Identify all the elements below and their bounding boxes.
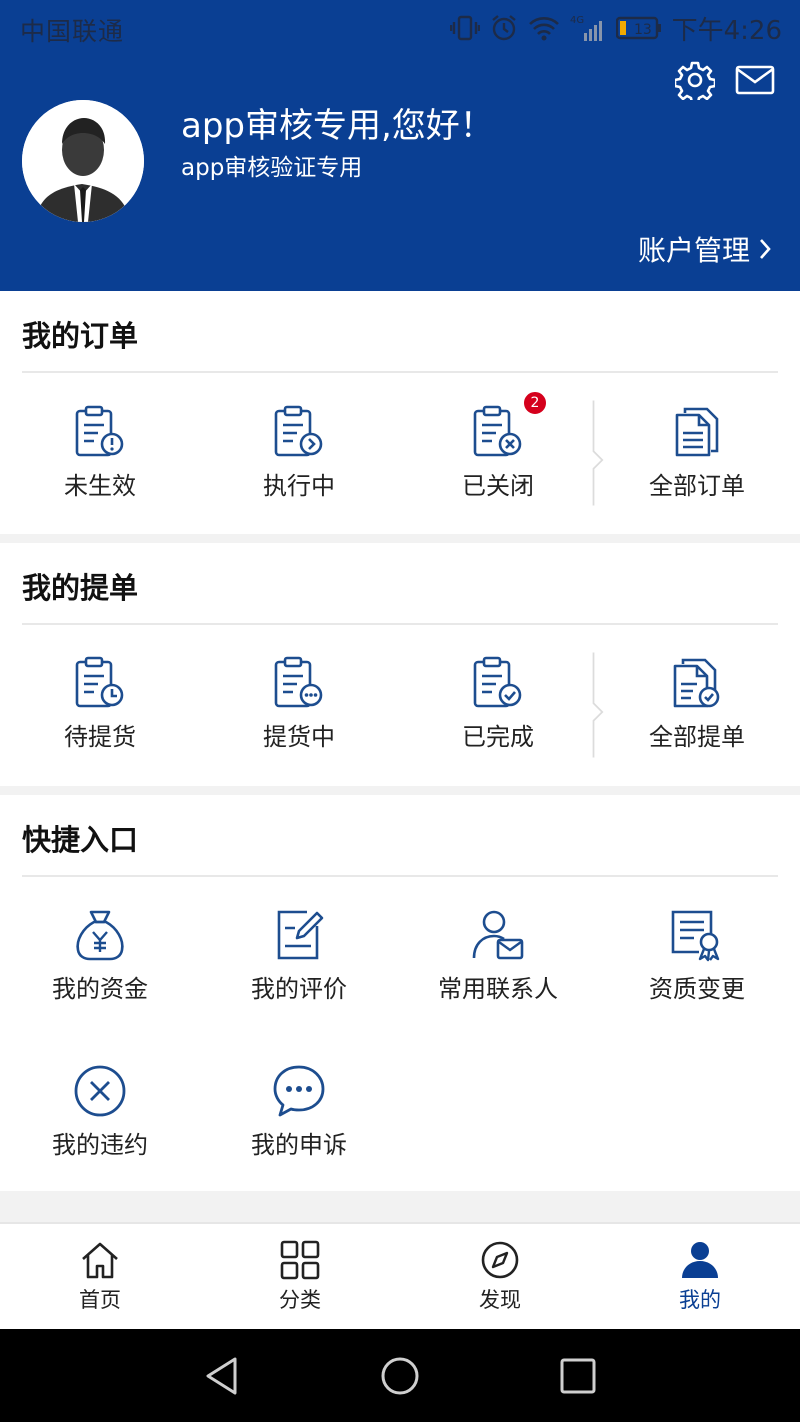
shortcuts-section: 快捷入口 我的资金 我的评价 常用联系人 资质变更 我的违约 我的申诉 [0,795,800,1191]
home-icon [82,1242,118,1278]
account-management-label: 账户管理 [637,234,750,267]
order-status-closed[interactable]: 2 已关闭 [398,390,598,501]
greeting: app审核专用,您好！ [181,106,494,146]
clock: 下午4:26 [671,15,782,46]
status-bar: 中国联通 4G 13 下午4:26 [0,0,800,56]
bills-title: 我的提单 [22,571,139,605]
vibrate-icon [449,15,480,41]
svg-text:13: 13 [634,22,652,38]
bottom-tab-bar: 首页 分类 发现 我的 [0,1222,800,1329]
clipboard-alert-icon [75,405,124,457]
recents-button[interactable] [553,1351,603,1401]
orders-title: 我的订单 [22,319,139,353]
shortcut-my-reviews[interactable]: 我的评价 [199,907,399,1004]
shortcut-label: 我的资金 [52,975,148,1003]
shortcut-qualification-change[interactable]: 资质变更 [597,907,797,1004]
mail-icon [735,65,775,95]
order-status-label: 已关闭 [462,472,534,500]
bill-status-picking-up[interactable]: 提货中 [199,655,399,752]
account-management-link[interactable]: 账户管理 [638,229,772,269]
tab-label: 我的 [679,1287,721,1312]
money-bag-icon [76,910,124,961]
tab-label: 发现 [479,1287,521,1312]
divider [22,371,778,373]
bill-status-awaiting-pickup[interactable]: 待提货 [0,655,200,752]
user-icon [682,1241,718,1278]
wifi-icon [528,17,559,41]
bill-status-completed[interactable]: 已完成 [398,655,598,752]
alarm-icon [491,15,516,41]
divider [22,623,778,625]
carrier-name: 中国联通 [20,17,125,46]
shortcut-my-defaults[interactable]: 我的违约 [0,1063,200,1160]
all-orders-button[interactable]: 全部订单 [597,404,797,501]
signal-icon: 4G [570,15,602,41]
shortcut-frequent-contacts[interactable]: 常用联系人 [398,907,598,1004]
shortcut-label: 我的申诉 [251,1131,347,1159]
bill-status-label: 待提货 [64,723,136,751]
profile-header: 中国联通 4G 13 下午4:26 app审核专用,您好！ app审核验证专用 … [0,0,800,291]
tab-label: 分类 [279,1287,321,1312]
shortcut-my-funds[interactable]: 我的资金 [0,907,200,1004]
documents-icon [675,407,719,457]
notification-badge: 2 [522,390,548,416]
all-bills-button[interactable]: 全部提单 [597,655,797,752]
home-nav-button[interactable] [375,1351,425,1401]
shortcut-label: 我的违约 [52,1131,148,1159]
clipboard-close-icon [473,405,522,457]
system-navigation-bar [0,1329,800,1422]
tab-discover[interactable]: 发现 [400,1224,600,1329]
back-triangle-icon [206,1357,237,1395]
status-icons: 4G 13 下午4:26 [449,10,782,46]
home-circle-icon [381,1357,419,1395]
shortcut-label: 资质变更 [649,975,745,1003]
all-orders-label: 全部订单 [649,472,745,500]
messages-button[interactable] [735,60,775,100]
tab-home[interactable]: 首页 [0,1224,200,1329]
recents-square-icon [560,1358,596,1394]
grid-icon [280,1240,320,1279]
clipboard-arrow-icon [274,405,323,457]
clipboard-clock-icon [75,656,124,708]
tab-label: 首页 [79,1287,121,1312]
avatar[interactable] [22,100,144,222]
contact-mail-icon [472,910,524,960]
compass-icon [481,1241,519,1278]
close-circle-icon [74,1065,126,1117]
all-bills-label: 全部提单 [649,723,745,751]
order-status-label: 未生效 [64,472,136,500]
clipboard-dots-icon [274,656,323,708]
clipboard-check-icon [473,656,522,708]
chevron-right-icon [760,239,771,259]
order-status-label: 执行中 [263,472,335,500]
tab-mine[interactable]: 我的 [600,1224,800,1329]
order-status-pending[interactable]: 未生效 [0,404,200,501]
bills-section: 我的提单 待提货 提货中 已完成 全部提单 [0,543,800,786]
shortcut-label: 常用联系人 [438,975,558,1003]
chat-bubble-icon [273,1065,325,1117]
order-status-in-progress[interactable]: 执行中 [199,404,399,501]
certificate-icon [671,910,720,962]
shortcut-label: 我的评价 [251,975,347,1003]
svg-text:4G: 4G [570,15,584,26]
shortcut-my-appeals[interactable]: 我的申诉 [199,1063,399,1160]
orders-section: 我的订单 未生效 执行中 2 已关闭 全部订单 [0,291,800,534]
battery-icon: 13 [615,16,661,40]
user-silhouette-icon [22,100,144,222]
bill-status-label: 已完成 [462,723,534,751]
edit-note-icon [277,910,324,960]
user-subtitle: app审核验证专用 [181,155,363,181]
shortcuts-title: 快捷入口 [22,823,139,857]
bill-status-label: 提货中 [263,723,335,751]
gear-icon [675,61,715,100]
tab-categories[interactable]: 分类 [200,1224,400,1329]
settings-button[interactable] [675,60,715,100]
documents-check-icon [673,658,720,708]
divider [22,875,778,877]
back-button[interactable] [197,1351,247,1401]
